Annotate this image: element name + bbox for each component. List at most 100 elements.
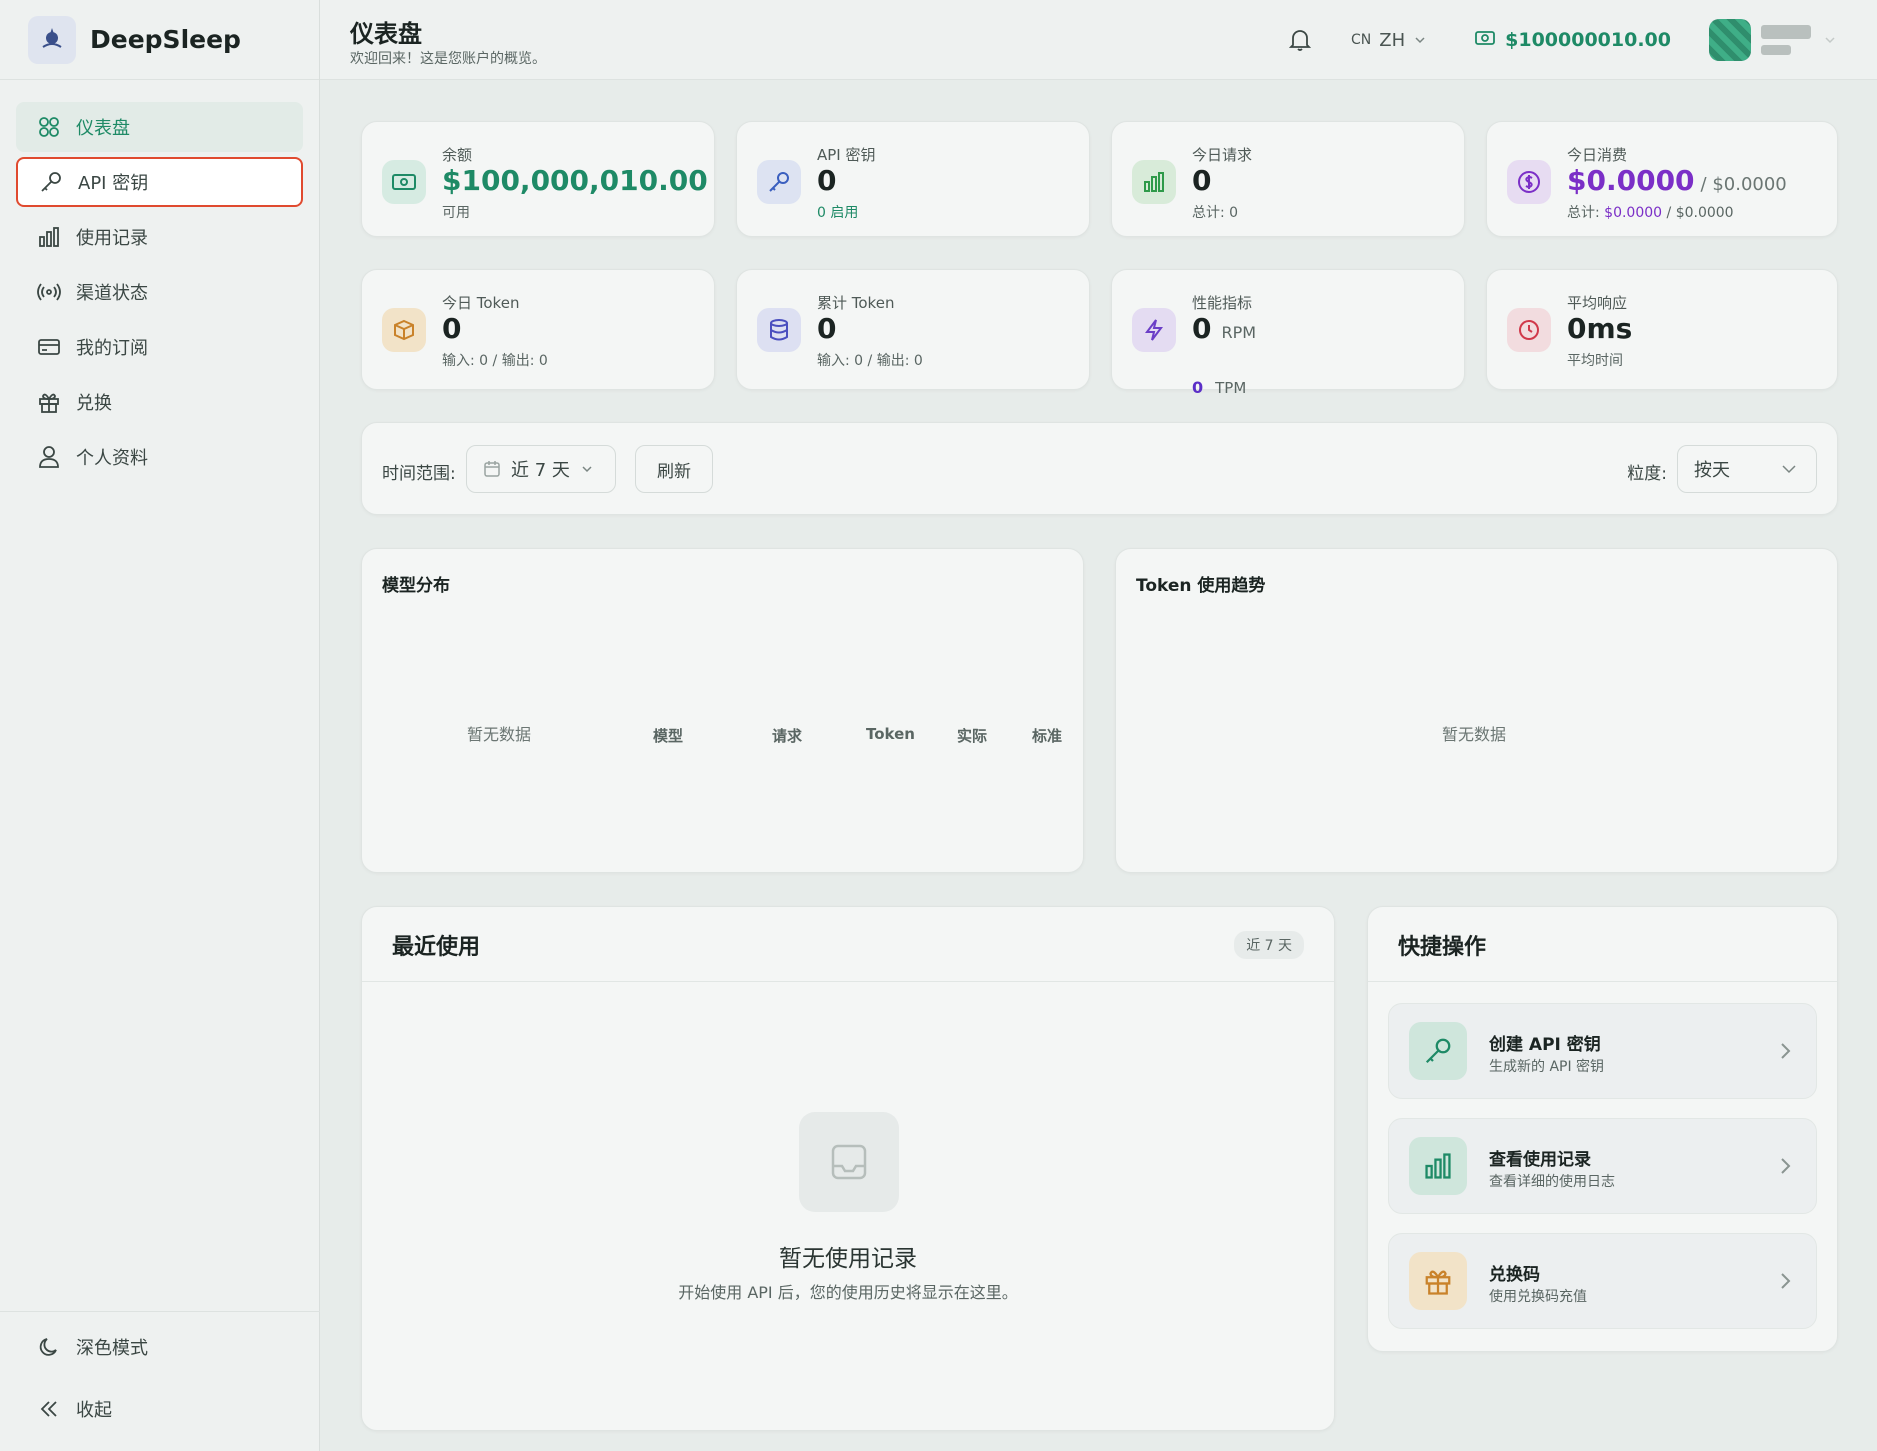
tpm-unit: TPM	[1215, 379, 1247, 397]
sidebar-item-redeem[interactable]: 兑换	[16, 377, 303, 427]
sidebar-item-dashboard[interactable]: 仪表盘	[16, 102, 303, 152]
balance-card: 余额 $100,000,010.00 可用	[361, 121, 715, 237]
granularity-label: 粒度:	[1627, 464, 1667, 484]
bar-chart-icon	[1132, 160, 1176, 204]
database-icon	[757, 308, 801, 352]
recent-usage-panel: 最近使用 近 7 天 暂无使用记录 开始使用 API 后，您的使用历史将显示在这…	[361, 906, 1335, 1431]
stat-value: $100,000,010.00	[442, 164, 708, 197]
page-title: 仪表盘	[350, 20, 422, 48]
sidebar-item-subscription[interactable]: 我的订阅	[16, 322, 303, 372]
dark-mode-label: 深色模式	[76, 1338, 148, 1359]
rpm-value: 0	[1192, 312, 1212, 345]
column-header-token: Token	[866, 725, 915, 743]
refresh-button[interactable]: 刷新	[635, 445, 713, 493]
stat-value-suffix: / $0.0000	[1700, 174, 1787, 195]
column-header-model: 模型	[653, 727, 684, 745]
user-icon	[36, 444, 62, 470]
range-chip: 近 7 天	[1234, 931, 1304, 959]
quick-action-create-key[interactable]: 创建 API 密钥 生成新的 API 密钥	[1388, 1003, 1817, 1099]
divider	[362, 981, 1334, 982]
topbar-actions: CN ZH $100000010.00	[1285, 18, 1837, 62]
sidebar-item-profile[interactable]: 个人资料	[16, 432, 303, 482]
stat-sub-prefix: 总计:	[1567, 205, 1600, 221]
divider	[1368, 981, 1837, 982]
sidebar: DeepSleep 仪表盘 API 密钥 使用记录 渠道状态 我的订阅 兑换 个…	[0, 0, 320, 1451]
key-icon	[1409, 1022, 1467, 1080]
chevron-right-icon	[1781, 1158, 1791, 1174]
chevron-down-icon	[1415, 37, 1425, 44]
stat-sub: 可用	[442, 205, 470, 221]
sidebar-bottom: 深色模式 收起	[0, 1311, 320, 1451]
rpm-row: 0 RPM	[1192, 312, 1256, 345]
sidebar-item-channel-status[interactable]: 渠道状态	[16, 267, 303, 317]
rpm-unit: RPM	[1221, 323, 1257, 342]
app-name: DeepSleep	[90, 25, 241, 54]
lang-code: CN	[1351, 32, 1372, 48]
time-range-label: 时间范围:	[382, 464, 456, 484]
stat-label: 余额	[442, 146, 473, 164]
column-header-actual: 实际	[957, 727, 988, 745]
lightning-icon	[1132, 308, 1176, 352]
stat-value: 0	[1192, 164, 1212, 197]
key-icon	[757, 160, 801, 204]
grid-icon	[36, 114, 62, 140]
stat-sub: 0 启用	[817, 205, 859, 221]
cash-icon	[382, 160, 426, 204]
sidebar-item-label: 仪表盘	[76, 118, 130, 139]
granularity-select[interactable]: 按天	[1677, 445, 1817, 493]
sidebar-item-usage[interactable]: 使用记录	[16, 212, 303, 262]
section-title: 最近使用	[392, 935, 481, 960]
sidebar-nav: 仪表盘 API 密钥 使用记录 渠道状态 我的订阅 兑换 个人资料	[0, 80, 319, 482]
stat-sub-value: $0.0000	[1604, 205, 1663, 221]
panel-title: Token 使用趋势	[1136, 576, 1266, 596]
broadcast-icon	[36, 279, 62, 305]
dollar-circle-icon	[1507, 160, 1551, 204]
chevron-down-icon	[582, 466, 592, 473]
quick-action-subtitle: 生成新的 API 密钥	[1489, 1059, 1605, 1075]
quick-action-title: 查看使用记录	[1489, 1150, 1591, 1170]
quick-actions-panel: 快捷操作 创建 API 密钥 生成新的 API 密钥 查看使用记录 查看详细的使…	[1367, 906, 1838, 1352]
time-range-value: 近 7 天	[511, 460, 570, 481]
empty-title: 暂无使用记录	[779, 1246, 917, 1272]
column-header-standard: 标准	[1032, 727, 1063, 745]
avg-response-card: 平均响应 0ms 平均时间	[1486, 269, 1838, 390]
today-requests-card: 今日请求 0 总计: 0	[1111, 121, 1465, 237]
today-cost-card: 今日消费 $0.0000/ $0.0000 总计: $0.0000 / $0.0…	[1486, 121, 1838, 237]
stat-label: 今日 Token	[442, 294, 520, 312]
stat-value: 0ms	[1567, 312, 1633, 345]
moon-icon	[36, 1334, 62, 1360]
chevron-down-icon[interactable]	[1823, 33, 1837, 47]
empty-state: 暂无数据	[467, 725, 532, 744]
quick-action-view-usage[interactable]: 查看使用记录 查看详细的使用日志	[1388, 1118, 1817, 1214]
calendar-icon	[484, 461, 500, 477]
bell-icon[interactable]	[1285, 25, 1315, 55]
stat-sub: 输入: 0 / 输出: 0	[442, 353, 548, 369]
topbar: 仪表盘 欢迎回来！这是您账户的概览。 CN ZH $100000010.00	[320, 0, 1877, 80]
collapse-sidebar-button[interactable]: 收起	[16, 1384, 304, 1434]
chevron-down-icon	[1782, 465, 1796, 474]
time-range-select[interactable]: 近 7 天	[466, 445, 616, 493]
avatar[interactable]	[1709, 19, 1751, 61]
language-selector[interactable]: CN ZH	[1351, 30, 1427, 51]
dark-mode-toggle[interactable]: 深色模式	[16, 1322, 304, 1372]
header-balance[interactable]: $100000010.00	[1475, 29, 1671, 51]
double-chevron-left-icon	[36, 1396, 62, 1422]
sidebar-item-label: 我的订阅	[76, 338, 148, 359]
user-name-blurred[interactable]	[1761, 25, 1811, 55]
credit-card-icon	[36, 334, 62, 360]
bar-chart-icon	[1409, 1137, 1467, 1195]
sidebar-item-api-keys[interactable]: API 密钥	[16, 157, 303, 207]
clock-icon	[1507, 308, 1551, 352]
sidebar-item-label: 个人资料	[76, 448, 148, 469]
stat-label: 累计 Token	[817, 294, 895, 312]
quick-action-subtitle: 查看详细的使用日志	[1489, 1174, 1615, 1190]
stat-label: 平均响应	[1567, 294, 1628, 312]
quick-action-redeem-code[interactable]: 兑换码 使用兑换码充值	[1388, 1233, 1817, 1329]
stat-value: 0	[817, 312, 837, 345]
performance-card: 性能指标 0 RPM 0 TPM	[1111, 269, 1465, 397]
header-balance-value: $100000010.00	[1505, 29, 1671, 51]
stat-label: 今日请求	[1192, 146, 1253, 164]
column-header-requests: 请求	[772, 727, 803, 745]
key-icon	[38, 169, 64, 195]
sidebar-item-label: 使用记录	[76, 228, 148, 249]
